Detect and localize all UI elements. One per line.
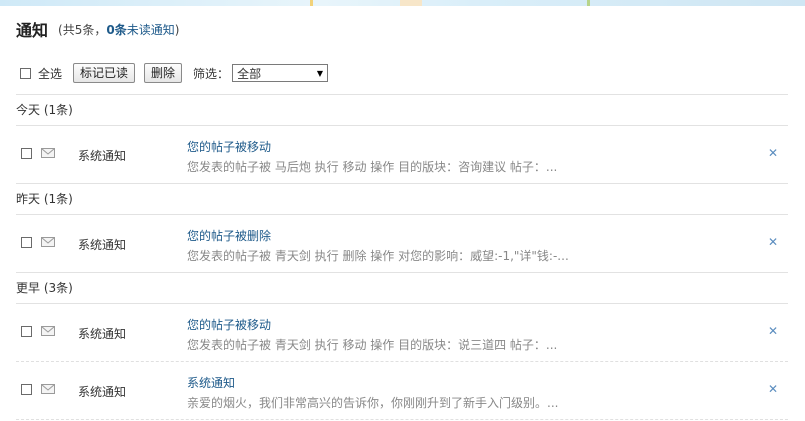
envelope-icon [41, 326, 55, 336]
sender-label: 系统通知 [78, 385, 127, 399]
page-header: 通知 (共5条，0条未读通知) [16, 6, 788, 52]
close-icon[interactable]: ✕ [768, 324, 778, 338]
sender-label: 系统通知 [78, 327, 127, 341]
summary-prefix: (共5条， [58, 22, 107, 37]
page-title: 通知 [16, 21, 49, 40]
notification-summary: (共5条，0条未读通知) [58, 21, 179, 38]
close-icon[interactable]: ✕ [768, 146, 778, 160]
summary-suffix: ) [174, 22, 180, 37]
list-item[interactable]: 系统通知 系统通知 亲爱的烟火，我们非常高兴的告诉你，你刚刚升到了新手入门级别。… [16, 362, 788, 420]
group-header-yesterday: 昨天 (1条) [16, 184, 788, 215]
envelope-icon [41, 384, 55, 394]
unread-label[interactable]: 未读通知 [127, 23, 175, 37]
notification-excerpt: 亲爱的烟火，我们非常高兴的告诉你，你刚刚升到了新手入门级别。... [187, 396, 559, 410]
group-header-earlier: 更早 (3条) [16, 273, 788, 304]
notification-panel: 通知 (共5条，0条未读通知) 全选 标记已读 删除 筛选： 全部 ▼ 今天 (… [16, 6, 788, 420]
select-all-label[interactable]: 全选 [38, 65, 62, 82]
list-item[interactable]: 系统通知 您的帖子被移动 您发表的帖子被 青天剑 执行 移动 操作 目的版块：说… [16, 304, 788, 362]
chevron-down-icon: ▼ [316, 68, 324, 78]
sender-label: 系统通知 [78, 149, 127, 163]
delete-button[interactable]: 删除 [144, 63, 183, 83]
row-checkbox[interactable] [21, 148, 32, 159]
row-checkbox[interactable] [21, 384, 32, 395]
close-icon[interactable]: ✕ [768, 235, 778, 249]
toolbar: 全选 标记已读 删除 筛选： 全部 ▼ [16, 52, 788, 95]
notification-subject-link[interactable]: 系统通知 [187, 374, 235, 391]
unread-count[interactable]: 0条 [106, 23, 126, 37]
close-icon[interactable]: ✕ [768, 382, 778, 396]
notification-subject-link[interactable]: 您的帖子被删除 [187, 227, 271, 244]
list-item[interactable]: 系统通知 您的帖子被删除 您发表的帖子被 青天剑 执行 删除 操作 对您的影响：… [16, 215, 788, 273]
filter-select-value: 全部 [237, 66, 262, 81]
notification-excerpt: 您发表的帖子被 马后炮 执行 移动 操作 目的版块：咨询建议 帖子：... [187, 160, 558, 174]
group-header-today: 今天 (1条) [16, 95, 788, 126]
notification-subject-link[interactable]: 您的帖子被移动 [187, 316, 271, 333]
notification-excerpt: 您发表的帖子被 青天剑 执行 移动 操作 目的版块：说三道四 帖子：... [187, 338, 558, 352]
notification-excerpt: 您发表的帖子被 青天剑 执行 删除 操作 对您的影响：威望:-1,"详"钱:-.… [187, 249, 569, 263]
envelope-icon [41, 237, 55, 247]
notification-subject-link[interactable]: 您的帖子被移动 [187, 138, 271, 155]
mark-read-button[interactable]: 标记已读 [73, 63, 136, 83]
row-checkbox[interactable] [21, 237, 32, 248]
filter-select[interactable]: 全部 ▼ [232, 64, 329, 82]
row-checkbox[interactable] [21, 326, 32, 337]
select-all-checkbox[interactable] [20, 67, 31, 79]
list-item[interactable]: 系统通知 您的帖子被移动 您发表的帖子被 马后炮 执行 移动 操作 目的版块：咨… [16, 126, 788, 184]
envelope-icon [41, 148, 55, 158]
sender-label: 系统通知 [78, 238, 127, 252]
filter-label: 筛选： [193, 66, 230, 81]
